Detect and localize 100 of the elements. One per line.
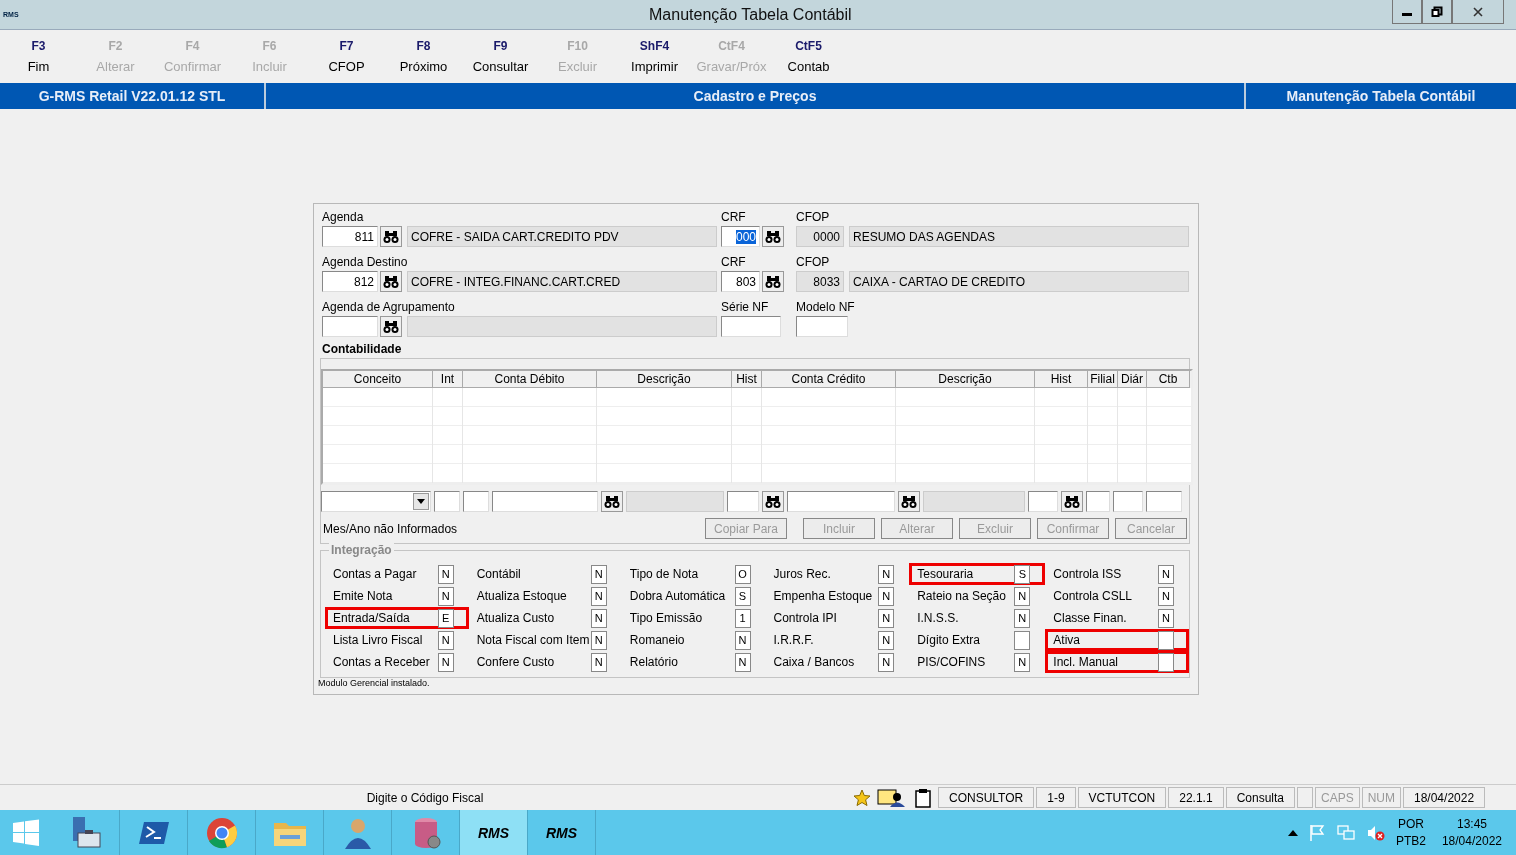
flag-field[interactable]: [1158, 652, 1174, 672]
flag-field[interactable]: N: [1158, 564, 1174, 584]
flag-field[interactable]: N: [590, 630, 607, 650]
toolbar-button[interactable]: ShF4 Imprimir: [616, 39, 693, 74]
binoculars-button[interactable]: [898, 491, 920, 512]
column-header: Conta Débito: [463, 371, 597, 388]
field-label: Atualiza Estoque: [476, 589, 567, 603]
input-field[interactable]: [1113, 491, 1143, 512]
binoculars-button[interactable]: [762, 226, 784, 247]
field-label: Caixa / Bancos: [773, 655, 855, 669]
crf-field[interactable]: 803: [721, 271, 760, 292]
module-label: Cadastro e Preços: [692, 87, 818, 106]
flag-field[interactable]: S: [1014, 564, 1031, 584]
binoculars-button[interactable]: [380, 226, 402, 247]
input-field[interactable]: [727, 491, 759, 512]
input-field[interactable]: [463, 491, 489, 512]
flag-icon[interactable]: [1307, 823, 1326, 842]
flag-field[interactable]: N: [590, 652, 607, 672]
flag-field[interactable]: N: [734, 652, 751, 672]
status-cell: 1-9: [1036, 787, 1076, 808]
flag-field[interactable]: 1: [734, 608, 751, 628]
clock[interactable]: 13:45 18/04/2022: [1441, 815, 1502, 850]
input-field[interactable]: [1146, 491, 1182, 512]
close-icon: [1472, 5, 1484, 18]
field-label: Ativa: [1053, 633, 1080, 647]
tray-arrow-icon[interactable]: [1287, 828, 1298, 837]
flag-field[interactable]: N: [878, 586, 895, 606]
flag-field[interactable]: [1014, 630, 1031, 650]
taskbar-app[interactable]: RMS: [528, 810, 596, 855]
binoculars-button[interactable]: [380, 271, 402, 292]
flag-field[interactable]: [1158, 630, 1174, 650]
flag-field[interactable]: N: [878, 564, 895, 584]
user-card-icon: [877, 787, 907, 808]
flag-field[interactable]: N: [1014, 586, 1031, 606]
input-field[interactable]: [492, 491, 598, 512]
input-field[interactable]: [434, 491, 460, 512]
flag-field[interactable]: N: [590, 586, 607, 606]
binoculars-button[interactable]: [601, 491, 623, 512]
flag-field[interactable]: N: [590, 608, 607, 628]
toolbar-button[interactable]: F3 Fim: [0, 39, 77, 74]
column-header: Ctb: [1147, 371, 1190, 388]
minimize-button[interactable]: [1392, 0, 1422, 24]
agenda-field[interactable]: 812: [322, 271, 378, 292]
flag-field[interactable]: N: [878, 608, 895, 628]
status-cell: NUM: [1361, 787, 1401, 808]
binoculars-button[interactable]: [762, 491, 784, 512]
windows-logo-icon: [11, 817, 41, 848]
flag-field[interactable]: N: [590, 564, 607, 584]
flag-field[interactable]: N: [1014, 652, 1031, 672]
field-label: Romaneio: [629, 633, 685, 647]
field-label: CFOP: [796, 255, 831, 271]
flag-field[interactable]: N: [437, 564, 454, 584]
flag-field[interactable]: N: [878, 630, 895, 650]
flag-field[interactable]: O: [734, 564, 751, 584]
flag-field[interactable]: E: [437, 608, 454, 628]
status-cell: CAPS: [1315, 787, 1360, 808]
flag-field[interactable]: N: [1014, 608, 1031, 628]
agenda-field[interactable]: [322, 316, 378, 337]
crf-field[interactable]: 000: [721, 226, 760, 247]
network-icon[interactable]: [1335, 823, 1356, 842]
binoculars-button[interactable]: [380, 316, 402, 337]
flag-field[interactable]: N: [437, 586, 454, 606]
field-label: Rateio na Seção: [917, 589, 1006, 603]
serie-field[interactable]: [721, 316, 781, 337]
field-label: Lista Livro Fiscal: [333, 633, 423, 647]
taskbar-app[interactable]: RMS: [460, 810, 528, 855]
column-header: Conta Crédito: [762, 371, 896, 388]
restore-icon: [1431, 5, 1443, 18]
language-indicator[interactable]: POR PTB2: [1395, 815, 1426, 850]
flag-field[interactable]: N: [1158, 586, 1174, 606]
column-header: Filial: [1088, 371, 1118, 388]
toolbar-button[interactable]: F8 Próximo: [385, 39, 462, 74]
input-field[interactable]: [1086, 491, 1110, 512]
toolbar-button[interactable]: F9 Consultar: [462, 39, 539, 74]
flag-field[interactable]: N: [1158, 608, 1174, 628]
column-header: Descrição: [597, 371, 732, 388]
input-field[interactable]: [1028, 491, 1058, 512]
flag-field[interactable]: N: [437, 652, 454, 672]
status-cell: VCTUTCON: [1077, 787, 1167, 808]
flag-field[interactable]: S: [734, 586, 751, 606]
binoculars-button[interactable]: [1061, 491, 1083, 512]
minimize-icon: [1402, 13, 1412, 16]
column-header: Hist: [1035, 371, 1088, 388]
modelo-field[interactable]: [796, 316, 848, 337]
field-label: Classe Finan.: [1053, 611, 1127, 625]
field-label: Agenda Destino: [322, 255, 409, 271]
toolbar-button[interactable]: F7 CFOP: [308, 39, 385, 74]
agenda-field[interactable]: 811: [322, 226, 378, 247]
field-label: Contas a Pagar: [333, 567, 417, 581]
flag-field[interactable]: N: [437, 630, 454, 650]
concept-dropdown[interactable]: [321, 491, 431, 512]
binoculars-button[interactable]: [762, 271, 784, 292]
flag-field[interactable]: N: [878, 652, 895, 672]
section-title: Integração: [329, 543, 394, 557]
toolbar-button[interactable]: CtF5 Contab: [770, 39, 847, 74]
restore-button[interactable]: [1422, 0, 1452, 24]
flag-field[interactable]: N: [734, 630, 751, 650]
status-cell: 18/04/2022: [1403, 787, 1486, 808]
input-field[interactable]: [787, 491, 895, 512]
description-field: COFRE - SAIDA CART.CREDITO PDV: [407, 226, 717, 247]
